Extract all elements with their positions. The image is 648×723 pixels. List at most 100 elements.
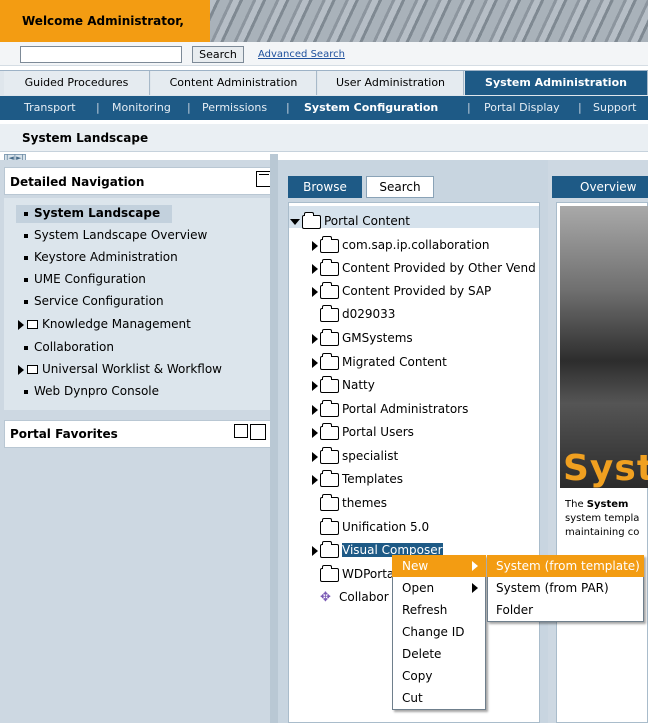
subnav-separator: | — [96, 101, 100, 114]
tree-node-label: WDPortal — [342, 567, 392, 581]
subnav-monitoring[interactable]: Monitoring — [112, 96, 171, 120]
folder-icon — [302, 211, 321, 229]
subnav-separator: | — [578, 101, 582, 114]
submenu-item-system-from-template[interactable]: System (from template) — [487, 555, 644, 577]
tree-node[interactable]: WDPortal — [320, 565, 392, 583]
panel-divider[interactable] — [270, 154, 278, 723]
expand-arrow-icon[interactable] — [312, 404, 318, 415]
folder-icon — [320, 281, 339, 299]
subnav-separator: | — [467, 101, 471, 114]
tree-node-label: themes — [342, 496, 388, 510]
nav-item-universal-worklist[interactable]: Universal Worklist & Workflow — [18, 362, 222, 376]
tree-node[interactable]: ✥ Collabor — [320, 588, 392, 606]
tree-node[interactable]: Content Provided by Other Vend — [312, 258, 536, 277]
tab-browse[interactable]: Browse — [288, 176, 362, 198]
subnav-transport[interactable]: Transport — [24, 96, 76, 120]
menu-item-open[interactable]: Open — [392, 577, 486, 599]
menu-item-change-id[interactable]: Change ID — [392, 621, 486, 643]
expand-arrow-icon[interactable] — [312, 451, 318, 462]
tree-node[interactable]: Content Provided by SAP — [312, 281, 491, 300]
menu-item-refresh[interactable]: Refresh — [392, 599, 486, 621]
overview-heading: Syste — [563, 448, 648, 489]
expand-arrow-icon[interactable] — [312, 286, 318, 297]
menu-item-copy[interactable]: Copy — [392, 665, 486, 687]
tree-node[interactable]: Portal Administrators — [312, 399, 468, 418]
bullet-icon — [24, 255, 28, 260]
folder-icon — [320, 493, 339, 511]
welcome-text: Welcome Administrator, — [0, 0, 210, 42]
expand-arrow-icon[interactable] — [312, 240, 318, 251]
tab-search[interactable]: Search — [366, 176, 434, 198]
tab-system-administration[interactable]: System Administration — [465, 71, 648, 95]
nav-item-ume-configuration[interactable]: UME Configuration — [24, 272, 146, 286]
expand-arrow-icon[interactable] — [312, 333, 318, 344]
expand-arrow-icon[interactable] — [18, 319, 24, 330]
list-icon[interactable] — [234, 424, 248, 438]
subnav-system-configuration[interactable]: System Configuration — [304, 96, 438, 120]
folder-icon — [320, 375, 339, 393]
folder-icon — [320, 422, 339, 440]
search-input[interactable] — [20, 46, 182, 63]
nav-item-label: System Landscape Overview — [34, 228, 208, 242]
tab-content-administration[interactable]: Content Administration — [151, 71, 317, 95]
maximize-icon[interactable] — [250, 424, 266, 440]
expand-arrow-icon[interactable] — [312, 427, 318, 438]
tree-node-label: Unification 5.0 — [342, 520, 430, 534]
submenu-arrow-icon — [472, 583, 478, 593]
submenu-item-folder[interactable]: Folder — [487, 599, 644, 621]
tree-node[interactable]: themes — [320, 493, 388, 512]
subnav-portal-display[interactable]: Portal Display — [484, 96, 560, 120]
nav-item-web-dynpro-console[interactable]: Web Dynpro Console — [24, 384, 159, 398]
menu-item-cut[interactable]: Cut — [392, 687, 486, 709]
tree-node[interactable]: specialist — [312, 446, 398, 465]
desc-text: maintaining co — [565, 527, 640, 538]
menu-item-label: Open — [402, 581, 435, 595]
tree-node-portal-content[interactable]: Portal Content — [290, 211, 410, 230]
tab-user-administration[interactable]: User Administration — [318, 71, 464, 95]
desc-text: The — [565, 499, 587, 510]
desc-bold: System — [586, 499, 629, 510]
expand-arrow-icon[interactable] — [312, 474, 318, 485]
folder-icon — [320, 352, 339, 370]
nav-item-service-configuration[interactable]: Service Configuration — [24, 294, 164, 308]
banner-artwork — [210, 0, 648, 42]
advanced-search-link[interactable]: Advanced Search — [258, 49, 345, 60]
nav-item-label: Collaboration — [34, 340, 114, 354]
overview-description: The System system templa maintaining co — [565, 498, 648, 540]
subnav-support[interactable]: Support — [593, 96, 636, 120]
folder-icon — [320, 399, 339, 417]
collapse-arrow-icon[interactable] — [290, 218, 300, 225]
tree-node[interactable]: Templates — [312, 469, 403, 488]
submenu-arrow-icon — [472, 561, 478, 571]
tree-node[interactable]: com.sap.ip.collaboration — [312, 235, 489, 254]
tree-node[interactable]: Migrated Content — [312, 352, 447, 371]
tree-node[interactable]: Portal Users — [312, 422, 414, 441]
tree-node[interactable]: Unification 5.0 — [320, 517, 430, 536]
expand-arrow-icon[interactable] — [312, 263, 318, 274]
menu-item-delete[interactable]: Delete — [392, 643, 486, 665]
nav-item-system-landscape-overview[interactable]: System Landscape Overview — [24, 228, 207, 242]
nav-item-system-landscape[interactable]: System Landscape — [24, 206, 160, 220]
nav-item-collaboration[interactable]: Collaboration — [24, 340, 114, 354]
subnav-permissions[interactable]: Permissions — [202, 96, 267, 120]
bullet-icon — [24, 299, 28, 304]
expand-arrow-icon[interactable] — [18, 364, 24, 375]
tree-node[interactable]: Natty — [312, 375, 375, 394]
tree-node[interactable]: GMSystems — [312, 328, 413, 347]
tab-overview[interactable]: Overview — [552, 176, 648, 198]
nav-item-label: Service Configuration — [34, 294, 164, 308]
folder-icon — [320, 565, 339, 582]
tree-node[interactable]: d029033 — [320, 304, 395, 323]
expand-arrow-icon[interactable] — [312, 380, 318, 391]
expand-arrow-icon[interactable] — [312, 545, 318, 556]
search-button[interactable]: Search — [192, 46, 244, 63]
tab-guided-procedures[interactable]: Guided Procedures — [4, 71, 150, 95]
nav-item-keystore-administration[interactable]: Keystore Administration — [24, 250, 178, 264]
nav-item-knowledge-management[interactable]: Knowledge Management — [18, 317, 191, 331]
nav-item-label: Keystore Administration — [34, 250, 178, 264]
folder-icon — [27, 365, 38, 374]
desc-text: system templa — [565, 513, 640, 524]
menu-item-new[interactable]: New — [392, 555, 486, 577]
submenu-item-system-from-par[interactable]: System (from PAR) — [487, 577, 644, 599]
expand-arrow-icon[interactable] — [312, 357, 318, 368]
